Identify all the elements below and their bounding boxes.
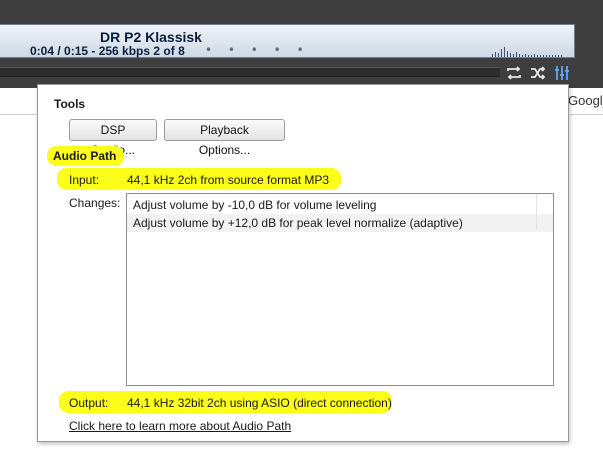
dsp-studio-button[interactable]: DSP Studio... (69, 119, 157, 157)
audio-path-popup: Tools DSP Studio... Playback Options... … (37, 84, 569, 442)
playback-status: 0:04 / 0:15 - 256 kbps 2 of 8 (30, 44, 185, 58)
spectrum-visualizer-icon (492, 47, 562, 57)
list-item[interactable]: Adjust volume by -10,0 dB for volume lev… (127, 196, 553, 214)
changes-list[interactable]: Adjust volume by -10,0 dB for volume lev… (126, 193, 554, 386)
divider (570, 114, 603, 115)
divider (0, 114, 38, 115)
learn-more-link[interactable]: Click here to learn more about Audio Pat… (69, 419, 291, 433)
shuffle-icon[interactable] (529, 64, 547, 82)
list-item[interactable]: Adjust volume by +12,0 dB for peak level… (127, 214, 553, 232)
rating-dots[interactable]: • • • • • (205, 43, 310, 57)
column-divider (536, 194, 537, 230)
seek-bar[interactable] (0, 67, 500, 77)
audio-path-heading: Audio Path (53, 149, 117, 163)
output-label: Output: (69, 396, 109, 410)
input-value: 44,1 kHz 2ch from source format MP3 (127, 173, 330, 187)
playback-options-button[interactable]: Playback Options... (164, 119, 285, 157)
station-title: DR P2 Klassisk (100, 29, 202, 45)
changes-label: Changes: (69, 196, 121, 210)
equalizer-icon[interactable] (553, 64, 571, 82)
now-playing-display[interactable]: DR P2 Klassisk 0:04 / 0:15 - 256 kbps 2 … (0, 24, 575, 58)
tools-heading: Tools (54, 97, 86, 111)
input-label: Input: (69, 173, 100, 187)
background-search-text: Googl (568, 93, 603, 108)
output-value: 44,1 kHz 32bit 2ch using ASIO (direct co… (127, 396, 392, 410)
repeat-icon[interactable] (505, 64, 523, 82)
player-toolbar (505, 64, 571, 84)
